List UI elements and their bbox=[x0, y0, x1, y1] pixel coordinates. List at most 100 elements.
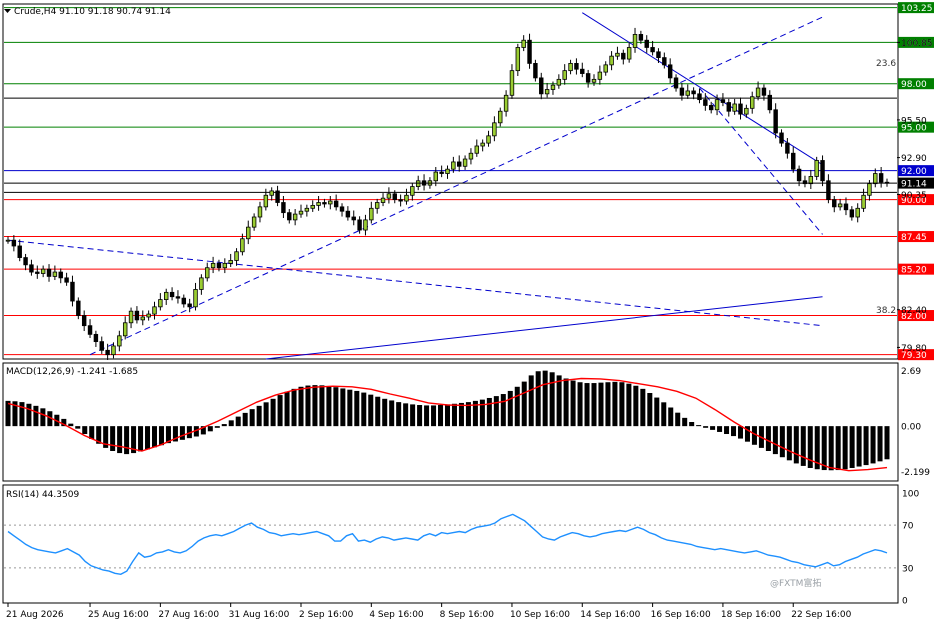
candle-up bbox=[755, 87, 761, 98]
macd-bar bbox=[417, 405, 423, 427]
candle-up bbox=[544, 89, 550, 95]
candle-up bbox=[492, 122, 497, 137]
macd-bar bbox=[654, 397, 660, 427]
macd-bar bbox=[214, 426, 220, 428]
candle-down bbox=[679, 87, 685, 96]
time-label: 10 Sep 16:00 bbox=[510, 610, 570, 620]
candle-up bbox=[298, 210, 304, 215]
chart-svg[interactable]: 103.25100.8598.0095.0092.0090.0087.4585.… bbox=[0, 0, 936, 624]
candle-down bbox=[667, 64, 673, 79]
candle-down bbox=[832, 199, 837, 208]
candle-down bbox=[574, 63, 579, 70]
macd-bar bbox=[542, 370, 548, 427]
macd-bar bbox=[235, 416, 241, 427]
candle-up bbox=[837, 203, 843, 208]
macd-bar bbox=[521, 381, 527, 427]
candle-up bbox=[246, 226, 251, 240]
macd-bar bbox=[724, 426, 730, 435]
macd-bar bbox=[696, 425, 702, 427]
macd-bar bbox=[361, 392, 367, 427]
candle-up bbox=[597, 71, 603, 80]
candle-down bbox=[697, 93, 702, 101]
candle-up bbox=[603, 64, 608, 73]
candle-down bbox=[29, 264, 34, 273]
macd-bar bbox=[451, 403, 457, 427]
macd-bar bbox=[305, 385, 311, 427]
macd-bar bbox=[298, 386, 304, 427]
chart-window: 103.25 100.85 98.00 95.00 92.00 90.00 87.45 85.… bbox=[0, 0, 936, 624]
macd-bar bbox=[598, 382, 604, 427]
candle-up bbox=[210, 262, 216, 269]
macd-bar bbox=[33, 405, 39, 427]
time-label: 22 Sep 16:00 bbox=[791, 610, 851, 620]
macd-bar bbox=[89, 426, 95, 439]
candle-down bbox=[187, 303, 192, 308]
candle-up bbox=[498, 110, 503, 124]
macd-bar bbox=[877, 426, 883, 462]
candle-up bbox=[205, 267, 210, 279]
candle-up bbox=[861, 194, 866, 209]
macd-pane bbox=[2, 362, 899, 482]
candle-down bbox=[662, 57, 667, 66]
candle-down bbox=[216, 262, 222, 269]
candle-up bbox=[410, 186, 415, 196]
candle-up bbox=[152, 306, 157, 315]
level-tag-text: 85.20 bbox=[901, 266, 927, 276]
candle-up bbox=[263, 194, 269, 208]
candle-up bbox=[404, 194, 409, 202]
time-label: 4 Sep 16:00 bbox=[369, 610, 424, 620]
candle-up bbox=[269, 190, 274, 196]
price-pane bbox=[2, 3, 899, 360]
macd-bar bbox=[333, 387, 339, 427]
price-tick-label: 79.80 bbox=[901, 344, 927, 354]
macd-bar bbox=[151, 426, 158, 448]
candle-down bbox=[720, 99, 726, 103]
macd-bar bbox=[479, 399, 485, 427]
macd-bar bbox=[389, 400, 395, 427]
candle-down bbox=[738, 103, 743, 115]
macd-bar bbox=[179, 426, 185, 440]
candle-up bbox=[228, 260, 233, 264]
macd-bar bbox=[884, 426, 890, 460]
level-tag-text: 92.00 bbox=[901, 167, 927, 177]
macd-bar bbox=[354, 390, 360, 427]
macd-bar bbox=[584, 383, 590, 427]
macd-bar bbox=[786, 426, 792, 461]
macd-bar bbox=[779, 426, 785, 458]
macd-bar bbox=[277, 395, 283, 427]
macd-bar bbox=[26, 403, 32, 427]
macd-bar bbox=[284, 391, 290, 427]
rsi-tick-label: 100 bbox=[902, 490, 919, 500]
time-label: 31 Aug 16:00 bbox=[229, 610, 290, 620]
candle-down bbox=[533, 63, 538, 79]
macd-bar bbox=[138, 426, 144, 452]
macd-bar bbox=[640, 388, 646, 427]
candle-up bbox=[744, 107, 749, 115]
macd-bar bbox=[312, 385, 318, 427]
macd-bar bbox=[410, 404, 416, 427]
macd-bar bbox=[675, 412, 681, 427]
candle-down bbox=[650, 47, 655, 53]
candle-down bbox=[656, 51, 661, 59]
candle-up bbox=[164, 291, 169, 300]
macd-bar bbox=[500, 394, 506, 427]
time-label: 27 Aug 16:00 bbox=[158, 610, 219, 620]
macd-bar bbox=[849, 426, 855, 468]
macd-bar bbox=[242, 412, 248, 427]
macd-bar bbox=[110, 426, 116, 451]
candle-down bbox=[621, 52, 626, 60]
candle-up bbox=[117, 335, 122, 347]
macd-bar bbox=[326, 386, 332, 427]
candle-up bbox=[609, 55, 614, 66]
level-tag-text: 103.25 bbox=[901, 4, 933, 14]
candle-up bbox=[732, 103, 737, 112]
macd-tick-label: 0.00 bbox=[901, 423, 921, 433]
macd-bar bbox=[737, 426, 744, 439]
candle-down bbox=[398, 199, 403, 202]
candle-up bbox=[521, 39, 526, 48]
candle-up bbox=[480, 142, 485, 147]
macd-bar bbox=[158, 426, 164, 446]
rsi-tick-label: 0 bbox=[902, 597, 908, 607]
candle-down bbox=[585, 73, 591, 83]
macd-label: MACD(12,26,9) -1.241 -1.685 bbox=[6, 367, 138, 377]
